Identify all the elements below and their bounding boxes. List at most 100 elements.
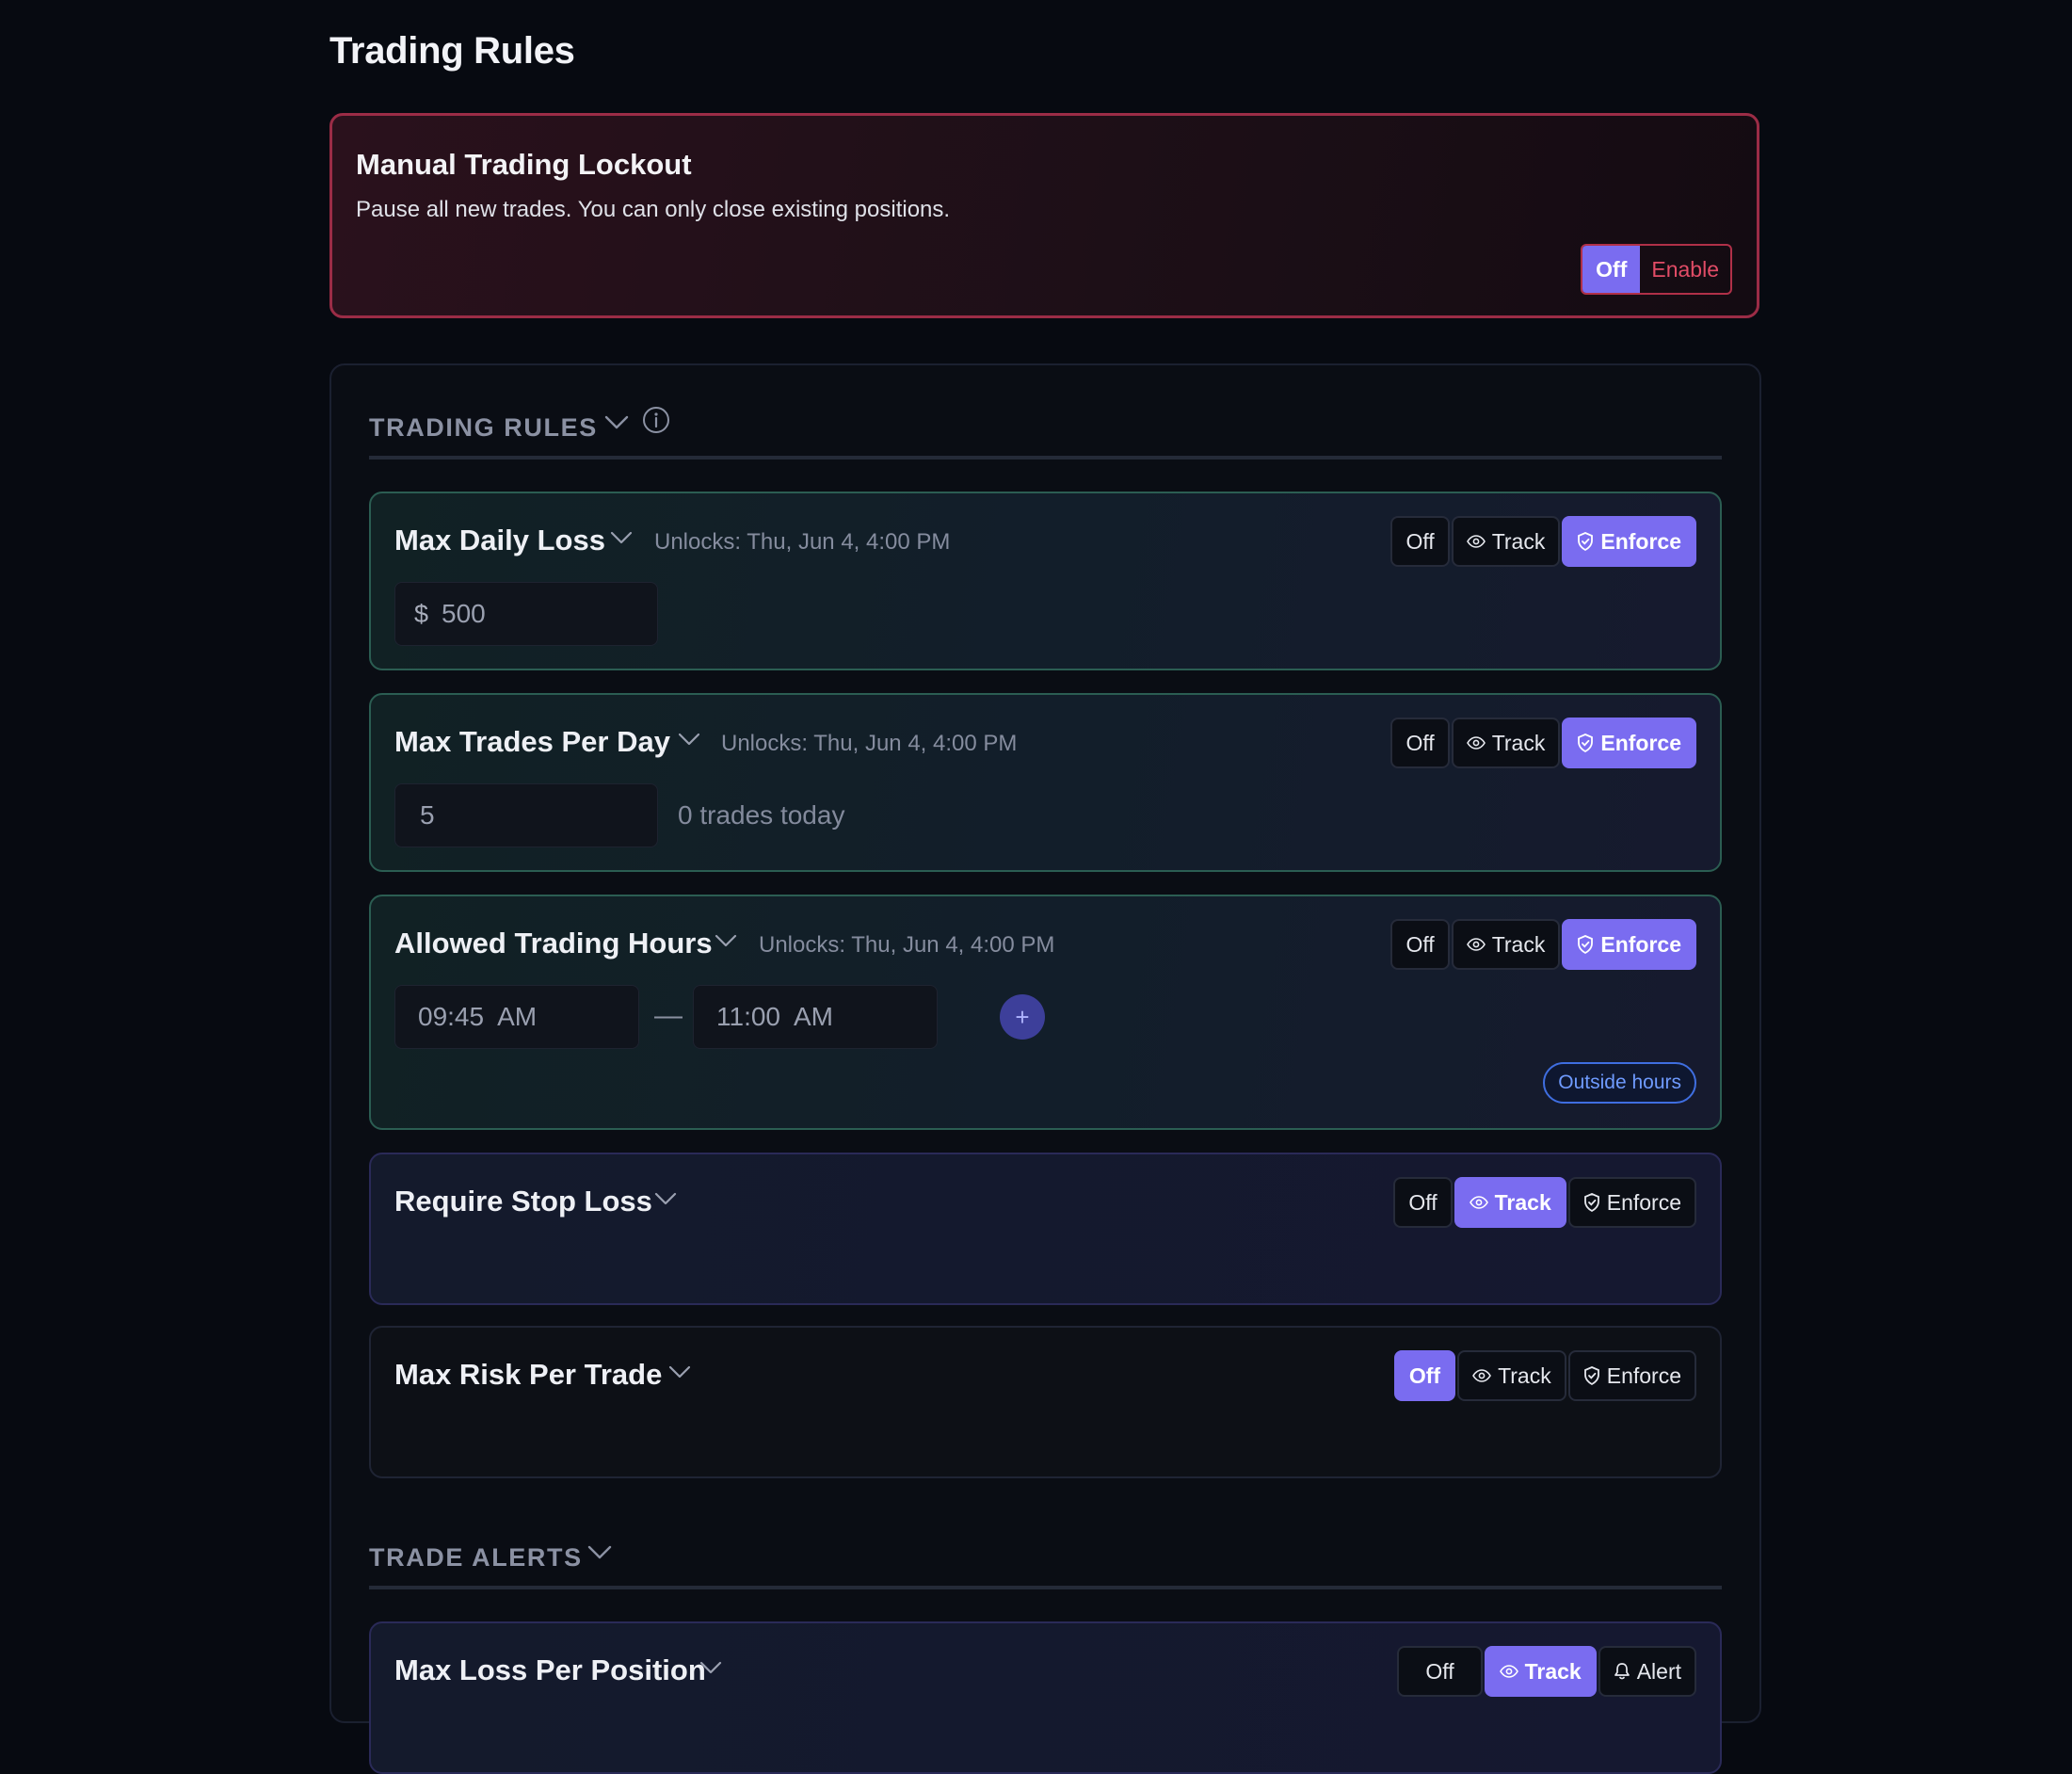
lockout-off-button[interactable]: Off bbox=[1582, 246, 1641, 293]
chevron-down-icon[interactable] bbox=[587, 1545, 612, 1565]
unlocks-text: Unlocks: Thu, Jun 4, 4:00 PM bbox=[654, 529, 951, 555]
mode-label: Off bbox=[1408, 1189, 1438, 1215]
mode-label: Alert bbox=[1636, 1658, 1681, 1684]
mode-off-button[interactable]: Off bbox=[1393, 1350, 1456, 1401]
mode-selector: Off Track Enforce bbox=[1390, 919, 1696, 970]
plus-icon: + bbox=[1015, 1002, 1030, 1031]
mode-label: Enforce bbox=[1606, 1189, 1681, 1215]
lockout-toggle: Off Enable bbox=[1581, 244, 1732, 295]
chevron-down-icon[interactable] bbox=[678, 733, 700, 750]
mode-off-button[interactable]: Off bbox=[1390, 919, 1450, 970]
mode-label: Track bbox=[1491, 730, 1546, 755]
eye-icon bbox=[1466, 736, 1486, 750]
mode-track-button[interactable]: Track bbox=[1451, 516, 1561, 567]
chevron-down-icon[interactable] bbox=[610, 531, 633, 549]
shield-icon bbox=[1578, 532, 1594, 551]
rule-card-max-trades-per-day: Max Trades Per Day Unlocks: Thu, Jun 4, … bbox=[369, 693, 1722, 872]
info-icon[interactable] bbox=[642, 406, 670, 439]
rule-title: Require Stop Loss bbox=[394, 1185, 652, 1218]
chevron-down-icon[interactable] bbox=[699, 1661, 722, 1679]
input-value: 11:00 AM bbox=[716, 1002, 834, 1031]
rule-card-allowed-trading-hours: Allowed Trading Hours Unlocks: Thu, Jun … bbox=[369, 895, 1722, 1130]
mode-track-button[interactable]: Track bbox=[1454, 1177, 1566, 1228]
mode-enforce-button[interactable]: Enforce bbox=[1562, 516, 1696, 567]
page-title: Trading Rules bbox=[329, 30, 575, 72]
currency-prefix: $ bbox=[414, 599, 429, 628]
start-time-input[interactable]: 09:45 AM bbox=[394, 985, 639, 1049]
trading-rules-section-header[interactable]: TRADING RULES bbox=[369, 365, 1722, 460]
trade-alerts-section-header[interactable]: TRADE ALERTS bbox=[369, 1495, 1722, 1589]
mode-track-button[interactable]: Track bbox=[1484, 1646, 1597, 1697]
mode-label: Track bbox=[1524, 1658, 1582, 1684]
mode-selector: Off Track Enforce bbox=[1393, 1177, 1696, 1228]
rule-card-max-daily-loss: Max Daily Loss Unlocks: Thu, Jun 4, 4:00… bbox=[369, 492, 1722, 670]
rule-card-require-stop-loss: Require Stop Loss Off Track Enforce bbox=[369, 1153, 1722, 1305]
input-value: 09:45 AM bbox=[418, 1002, 538, 1031]
mode-label: Track bbox=[1491, 528, 1546, 554]
chevron-down-icon[interactable] bbox=[654, 1192, 677, 1210]
max-trades-input[interactable]: 5 bbox=[394, 783, 658, 847]
mode-label: Enforce bbox=[1600, 528, 1681, 554]
mode-enforce-button[interactable]: Enforce bbox=[1562, 919, 1696, 970]
lockout-enable-button[interactable]: Enable bbox=[1640, 246, 1730, 293]
shield-icon bbox=[1583, 1366, 1599, 1385]
max-daily-loss-input[interactable]: $ 500 bbox=[394, 582, 658, 646]
mode-label: Off bbox=[1405, 931, 1435, 957]
rule-title: Allowed Trading Hours bbox=[394, 927, 713, 960]
eye-icon bbox=[1469, 1196, 1488, 1209]
input-value: 500 bbox=[442, 599, 486, 628]
mode-track-button[interactable]: Track bbox=[1457, 1350, 1566, 1401]
trades-today-text: 0 trades today bbox=[678, 800, 845, 830]
mode-label: Off bbox=[1425, 1658, 1454, 1684]
mode-selector: Off Track Enforce bbox=[1390, 718, 1696, 768]
rule-title: Max Risk Per Trade bbox=[394, 1358, 663, 1391]
mode-label: Track bbox=[1491, 931, 1546, 957]
time-range-separator: — bbox=[654, 1000, 683, 1031]
mode-label: Enforce bbox=[1606, 1363, 1681, 1388]
alert-card-max-loss-per-position: Max Loss Per Position Off Track Alert bbox=[369, 1621, 1722, 1774]
mode-off-button[interactable]: Off bbox=[1393, 1177, 1453, 1228]
add-time-range-button[interactable]: + bbox=[1000, 994, 1045, 1040]
input-value: 5 bbox=[420, 800, 435, 830]
rule-card-max-risk-per-trade: Max Risk Per Trade Off Track Enforce bbox=[369, 1326, 1722, 1478]
rule-title: Max Trades Per Day bbox=[394, 725, 670, 758]
mode-selector: Off Track Enforce bbox=[1393, 1350, 1696, 1401]
mode-track-button[interactable]: Track bbox=[1451, 919, 1561, 970]
manual-lockout-card: Manual Trading Lockout Pause all new tra… bbox=[329, 113, 1759, 318]
mode-alert-button[interactable]: Alert bbox=[1598, 1646, 1696, 1697]
mode-enforce-button[interactable]: Enforce bbox=[1562, 718, 1696, 768]
mode-label: Off bbox=[1408, 1363, 1441, 1388]
chevron-down-icon[interactable] bbox=[715, 934, 737, 952]
end-time-input[interactable]: 11:00 AM bbox=[693, 985, 938, 1049]
rule-title: Max Loss Per Position bbox=[394, 1653, 706, 1686]
rules-panel: TRADING RULES Max Daily Loss Unlocks: Th… bbox=[329, 363, 1761, 1774]
mode-label: Track bbox=[1494, 1189, 1551, 1215]
mode-selector: Off Track Enforce bbox=[1390, 516, 1696, 567]
eye-icon bbox=[1499, 1665, 1518, 1678]
bell-icon bbox=[1614, 1663, 1630, 1680]
mode-enforce-button[interactable]: Enforce bbox=[1567, 1177, 1696, 1228]
unlocks-text: Unlocks: Thu, Jun 4, 4:00 PM bbox=[721, 731, 1018, 756]
mode-label: Enforce bbox=[1600, 730, 1681, 755]
mode-label: Off bbox=[1405, 730, 1435, 755]
mode-off-button[interactable]: Off bbox=[1390, 516, 1450, 567]
mode-track-button[interactable]: Track bbox=[1451, 718, 1561, 768]
mode-off-button[interactable]: Off bbox=[1390, 718, 1450, 768]
chevron-down-icon[interactable] bbox=[604, 415, 629, 435]
eye-icon bbox=[1472, 1369, 1492, 1382]
shield-icon bbox=[1583, 1193, 1599, 1212]
unlocks-text: Unlocks: Thu, Jun 4, 4:00 PM bbox=[759, 932, 1055, 958]
shield-icon bbox=[1578, 935, 1594, 954]
chevron-down-icon[interactable] bbox=[668, 1365, 691, 1383]
mode-enforce-button[interactable]: Enforce bbox=[1567, 1350, 1696, 1401]
mode-off-button[interactable]: Off bbox=[1397, 1646, 1483, 1697]
mode-label: Off bbox=[1405, 528, 1435, 554]
section-label: TRADING RULES bbox=[369, 413, 598, 442]
lockout-description: Pause all new trades. You can only close… bbox=[356, 197, 951, 222]
mode-selector: Off Track Alert bbox=[1397, 1646, 1696, 1697]
mode-label: Enforce bbox=[1600, 931, 1681, 957]
lockout-title: Manual Trading Lockout bbox=[356, 148, 692, 181]
section-label: TRADE ALERTS bbox=[369, 1543, 583, 1572]
shield-icon bbox=[1578, 734, 1594, 752]
rule-title: Max Daily Loss bbox=[394, 524, 605, 556]
